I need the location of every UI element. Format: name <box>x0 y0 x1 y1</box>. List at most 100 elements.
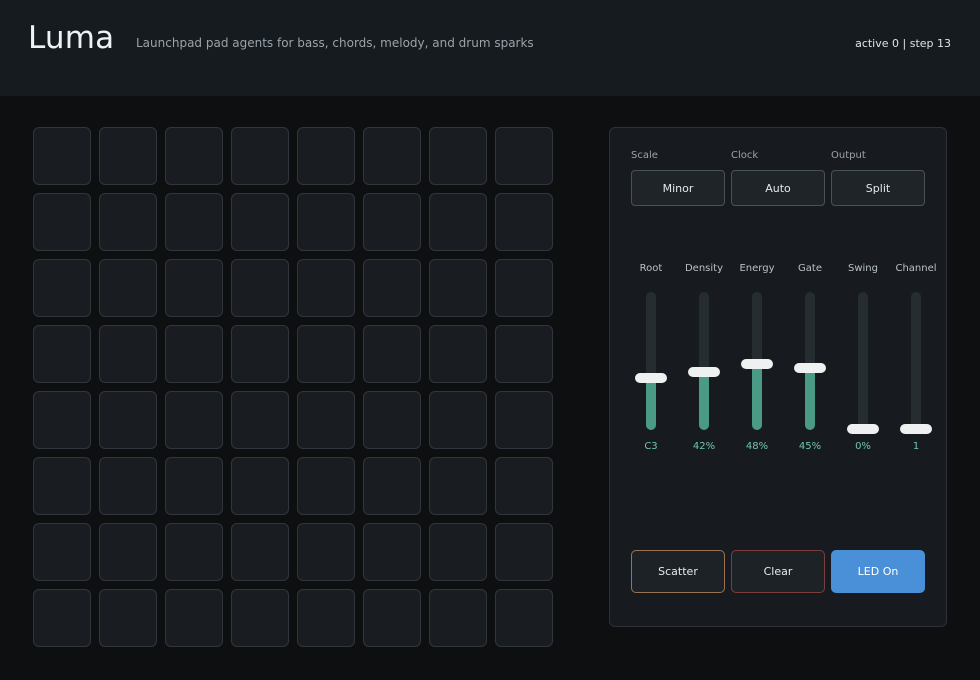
pad-r7-c4[interactable] <box>231 523 289 581</box>
pad-r2-c2[interactable] <box>99 193 157 251</box>
pad-r1-c7[interactable] <box>429 127 487 185</box>
pad-r2-c6[interactable] <box>363 193 421 251</box>
pad-r4-c1[interactable] <box>33 325 91 383</box>
pad-r4-c5[interactable] <box>297 325 355 383</box>
gate-slider: Gate 45% <box>784 263 836 452</box>
pad-r5-c5[interactable] <box>297 391 355 449</box>
pad-r7-c1[interactable] <box>33 523 91 581</box>
pad-r1-c2[interactable] <box>99 127 157 185</box>
channel-slider-track[interactable] <box>900 292 932 434</box>
channel-slider-thumb[interactable] <box>900 424 932 434</box>
pad-r1-c5[interactable] <box>297 127 355 185</box>
swing-slider-track[interactable] <box>847 292 879 434</box>
pad-r2-c7[interactable] <box>429 193 487 251</box>
led-on-button[interactable]: LED On <box>831 550 925 593</box>
output-button[interactable]: Split <box>831 170 925 206</box>
pad-r1-c6[interactable] <box>363 127 421 185</box>
pad-r4-c3[interactable] <box>165 325 223 383</box>
pad-r8-c5[interactable] <box>297 589 355 647</box>
pad-r1-c3[interactable] <box>165 127 223 185</box>
root-slider-label: Root <box>639 263 663 274</box>
pad-r3-c8[interactable] <box>495 259 553 317</box>
pad-r3-c6[interactable] <box>363 259 421 317</box>
pad-r8-c6[interactable] <box>363 589 421 647</box>
pad-r4-c4[interactable] <box>231 325 289 383</box>
pad-r6-c4[interactable] <box>231 457 289 515</box>
pad-r2-c1[interactable] <box>33 193 91 251</box>
pad-r8-c7[interactable] <box>429 589 487 647</box>
root-slider-thumb[interactable] <box>635 373 667 383</box>
pad-r8-c3[interactable] <box>165 589 223 647</box>
pad-r6-c3[interactable] <box>165 457 223 515</box>
pad-r5-c6[interactable] <box>363 391 421 449</box>
clear-button[interactable]: Clear <box>731 550 825 593</box>
pad-r6-c2[interactable] <box>99 457 157 515</box>
gate-slider-label: Gate <box>798 263 822 274</box>
output-label: Output <box>831 150 866 161</box>
pad-r7-c7[interactable] <box>429 523 487 581</box>
pad-r4-c6[interactable] <box>363 325 421 383</box>
pad-r8-c2[interactable] <box>99 589 157 647</box>
pad-r1-c4[interactable] <box>231 127 289 185</box>
pad-r4-c7[interactable] <box>429 325 487 383</box>
pad-r3-c3[interactable] <box>165 259 223 317</box>
pad-r4-c2[interactable] <box>99 325 157 383</box>
scale-button[interactable]: Minor <box>631 170 725 206</box>
density-slider-thumb[interactable] <box>688 367 720 377</box>
pad-r3-c5[interactable] <box>297 259 355 317</box>
launchpad-grid <box>33 127 553 647</box>
energy-slider-thumb[interactable] <box>741 359 773 369</box>
pad-r5-c1[interactable] <box>33 391 91 449</box>
root-slider-track[interactable] <box>635 292 667 430</box>
output-selector: Output Split <box>831 150 925 206</box>
density-slider-value: 42% <box>692 441 716 452</box>
pad-r5-c7[interactable] <box>429 391 487 449</box>
pad-r3-c4[interactable] <box>231 259 289 317</box>
density-slider: Density 42% <box>678 263 730 452</box>
pad-r1-c8[interactable] <box>495 127 553 185</box>
pad-r6-c5[interactable] <box>297 457 355 515</box>
pad-r8-c1[interactable] <box>33 589 91 647</box>
pad-r7-c2[interactable] <box>99 523 157 581</box>
pad-r8-c8[interactable] <box>495 589 553 647</box>
pad-r7-c5[interactable] <box>297 523 355 581</box>
pad-r5-c8[interactable] <box>495 391 553 449</box>
pad-r3-c2[interactable] <box>99 259 157 317</box>
pad-r7-c6[interactable] <box>363 523 421 581</box>
density-slider-fill <box>699 372 709 430</box>
pad-r6-c1[interactable] <box>33 457 91 515</box>
pad-r2-c8[interactable] <box>495 193 553 251</box>
pad-r7-c3[interactable] <box>165 523 223 581</box>
swing-slider-label: Swing <box>848 263 878 274</box>
pad-r5-c4[interactable] <box>231 391 289 449</box>
pad-r2-c4[interactable] <box>231 193 289 251</box>
gate-slider-track[interactable] <box>794 292 826 430</box>
swing-slider-thumb[interactable] <box>847 424 879 434</box>
clock-button[interactable]: Auto <box>731 170 825 206</box>
pad-r2-c3[interactable] <box>165 193 223 251</box>
pad-r3-c7[interactable] <box>429 259 487 317</box>
gate-slider-value: 45% <box>798 441 822 452</box>
pad-r6-c6[interactable] <box>363 457 421 515</box>
pad-r6-c8[interactable] <box>495 457 553 515</box>
pad-r3-c1[interactable] <box>33 259 91 317</box>
pad-r8-c4[interactable] <box>231 589 289 647</box>
pad-r6-c7[interactable] <box>429 457 487 515</box>
clock-selector: Clock Auto <box>731 150 825 206</box>
app-subtitle: Launchpad pad agents for bass, chords, m… <box>136 36 534 50</box>
pad-r7-c8[interactable] <box>495 523 553 581</box>
density-slider-track[interactable] <box>688 292 720 430</box>
control-panel: Scale Minor Clock Auto Output Split Root… <box>609 127 947 627</box>
clock-label: Clock <box>731 150 759 161</box>
energy-slider-label: Energy <box>739 263 775 274</box>
pad-r2-c5[interactable] <box>297 193 355 251</box>
energy-slider-track[interactable] <box>741 292 773 430</box>
pad-r5-c3[interactable] <box>165 391 223 449</box>
swing-slider-value: 0% <box>855 441 871 452</box>
scale-selector: Scale Minor <box>631 150 725 206</box>
gate-slider-thumb[interactable] <box>794 363 826 373</box>
pad-r1-c1[interactable] <box>33 127 91 185</box>
scatter-button[interactable]: Scatter <box>631 550 725 593</box>
pad-r5-c2[interactable] <box>99 391 157 449</box>
pad-r4-c8[interactable] <box>495 325 553 383</box>
